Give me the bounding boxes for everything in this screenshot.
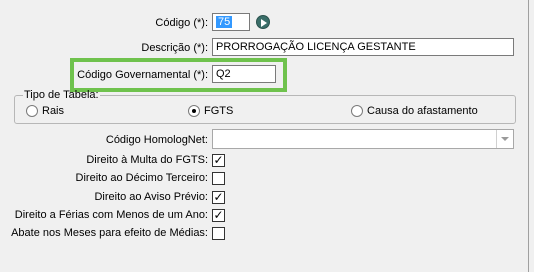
radio-rais[interactable] (26, 105, 38, 117)
check-aviso-previo-label: Direito ao Aviso Prévio: (94, 191, 208, 203)
descricao-input[interactable]: PRORROGAÇÃO LICENÇA GESTANTE (212, 38, 514, 56)
window-edge (528, 0, 529, 272)
check-decimo-terceiro[interactable] (212, 172, 225, 185)
radio-causa-afastamento[interactable] (351, 105, 363, 117)
check-ferias[interactable]: ✓ (212, 209, 225, 222)
check-abate-medias[interactable] (212, 227, 225, 240)
descricao-value: PRORROGAÇÃO LICENÇA GESTANTE (216, 41, 416, 53)
codigo-input[interactable]: 75 (212, 13, 250, 31)
radio-fgts[interactable] (188, 105, 200, 117)
codigo-homolognet-label: Código HomologNet: (105, 134, 208, 146)
radio-fgts-label: FGTS (204, 105, 234, 117)
check-decimo-terceiro-label: Direito ao Décimo Terceiro: (75, 172, 208, 184)
check-multa-fgts-label: Direito à Multa do FGTS: (86, 154, 208, 166)
codigo-governamental-label: Código Governamental (*): (77, 69, 208, 81)
codigo-homolognet-value (213, 133, 216, 145)
codigo-value: 75 (216, 16, 233, 28)
codigo-homolognet-select[interactable] (212, 129, 514, 149)
radio-rais-label: Rais (42, 105, 65, 117)
go-arrow-icon[interactable] (256, 15, 270, 29)
codigo-governamental-value: Q2 (216, 68, 231, 80)
radio-causa-afastamento-label: Causa do afastamento (367, 105, 478, 117)
check-ferias-label: Direito a Férias com Menos de um Ano: (14, 209, 208, 221)
check-aviso-previo[interactable]: ✓ (212, 191, 225, 204)
codigo-governamental-input[interactable]: Q2 (212, 65, 276, 83)
check-abate-medias-label: Abate nos Meses para efeito de Médias: (11, 227, 208, 239)
check-multa-fgts[interactable]: ✓ (212, 154, 225, 167)
descricao-label: Descrição (*): (141, 42, 208, 54)
codigo-label: Código (*): (155, 17, 208, 29)
chevron-down-icon[interactable] (496, 130, 513, 148)
tipo-tabela-legend: Tipo de Tabela: (24, 89, 99, 101)
